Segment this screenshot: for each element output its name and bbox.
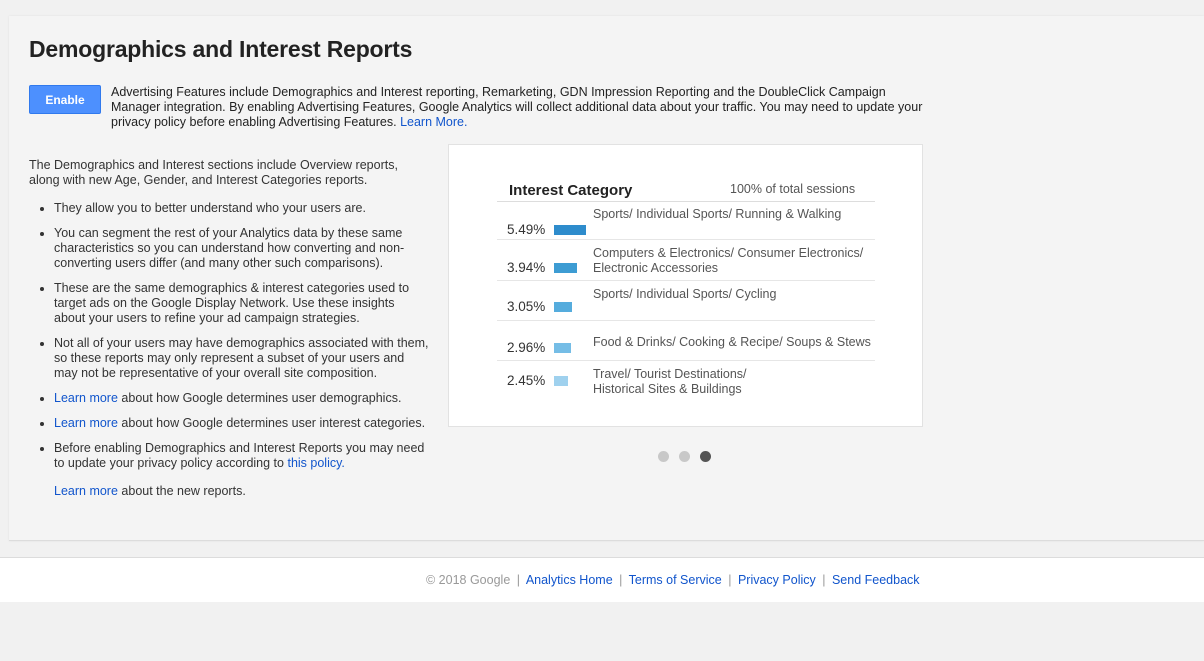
carousel-dots [658, 451, 711, 463]
carousel-dot-3[interactable] [700, 451, 711, 462]
learn-more-link[interactable]: Learn More. [400, 115, 467, 129]
list-item-text: about how Google determines user interes… [117, 416, 426, 430]
info-column: The Demographics and Interest sections i… [29, 158, 429, 499]
card-title: Interest Category [509, 182, 633, 199]
row-bar [554, 263, 577, 273]
learn-more-interests-link[interactable]: Learn more [54, 416, 118, 430]
list-item: Not all of your users may have demograph… [54, 336, 429, 381]
row-bar [554, 376, 568, 386]
analytics-home-link[interactable]: Analytics Home [526, 573, 613, 587]
separator: | [728, 573, 732, 587]
row-percent: 3.05% [507, 299, 546, 314]
row-bar [554, 225, 586, 235]
row-bar [554, 302, 572, 312]
content-panel: Demographics and Interest Reports Enable… [9, 16, 1204, 541]
row-category: Computers & Electronics/ Consumer Electr… [593, 246, 864, 275]
card-subtitle: 100% of total sessions [730, 182, 856, 196]
list-item-text: Before enabling Demographics and Interes… [54, 441, 425, 470]
copyright: © 2018 Google [426, 573, 511, 587]
row-category: Sports/ Individual Sports/ Cycling [593, 287, 777, 301]
table-row: 3.05% Sports/ Individual Sports/ Cycling [497, 282, 875, 321]
row-percent: 2.45% [507, 373, 546, 388]
row-category: Food & Drinks/ Cooking & Recipe/ Soups &… [593, 335, 871, 349]
list-item-text: about how Google determines user demogra… [117, 391, 402, 405]
table-row: 3.94% Computers & Electronics/ Consumer E… [497, 241, 875, 281]
interest-category-card: Interest Category 100% of total sessions… [448, 144, 923, 427]
row-category: Sports/ Individual Sports/ Running & Wal… [593, 207, 842, 221]
footer: © 2018 Google | Analytics Home | Terms o… [0, 557, 1204, 602]
page-title: Demographics and Interest Reports [29, 36, 413, 62]
carousel-dot-1[interactable] [658, 451, 669, 462]
row-bar [554, 343, 571, 353]
carousel-dot-2[interactable] [679, 451, 690, 462]
terms-of-service-link[interactable]: Terms of Service [629, 573, 722, 587]
table-row: 5.49% Sports/ Individual Sports/ Running … [497, 202, 875, 240]
separator: | [822, 573, 826, 587]
send-feedback-link[interactable]: Send Feedback [832, 573, 920, 587]
row-percent: 5.49% [507, 222, 546, 237]
new-reports-text: about the new reports. [117, 484, 246, 498]
intro-body: Advertising Features include Demographic… [111, 85, 923, 129]
list-item: Before enabling Demographics and Interes… [54, 441, 429, 471]
learn-more-reports-link[interactable]: Learn more [54, 484, 118, 498]
this-policy-link[interactable]: this policy. [287, 456, 344, 470]
list-item: Learn more about how Google determines u… [54, 391, 429, 406]
footer-links: © 2018 Google | Analytics Home | Terms o… [426, 573, 920, 587]
intro-text: Advertising Features include Demographic… [111, 85, 931, 130]
learn-more-demographics-link[interactable]: Learn more [54, 391, 118, 405]
separator: | [619, 573, 623, 587]
list-item: Learn more about how Google determines u… [54, 416, 429, 431]
separator: | [516, 573, 521, 587]
privacy-policy-link[interactable]: Privacy Policy [738, 573, 816, 587]
new-reports-line: Learn more about the new reports. [29, 484, 429, 499]
row-percent: 3.94% [507, 260, 546, 275]
row-category: Travel/ Tourist Destinations/ Historical… [593, 367, 747, 396]
info-lead: The Demographics and Interest sections i… [29, 158, 398, 187]
info-list: They allow you to better understand who … [29, 201, 429, 471]
list-item: They allow you to better understand who … [54, 201, 429, 216]
enable-button[interactable]: Enable [29, 85, 101, 114]
list-item: You can segment the rest of your Analyti… [54, 226, 429, 271]
table-row: 2.45% Travel/ Tourist Destinations/ Histo… [497, 362, 875, 404]
table-row: 2.96% Food & Drinks/ Cooking & Recipe/ So… [497, 321, 875, 361]
row-percent: 2.96% [507, 340, 546, 355]
list-item: These are the same demographics & intere… [54, 281, 429, 326]
